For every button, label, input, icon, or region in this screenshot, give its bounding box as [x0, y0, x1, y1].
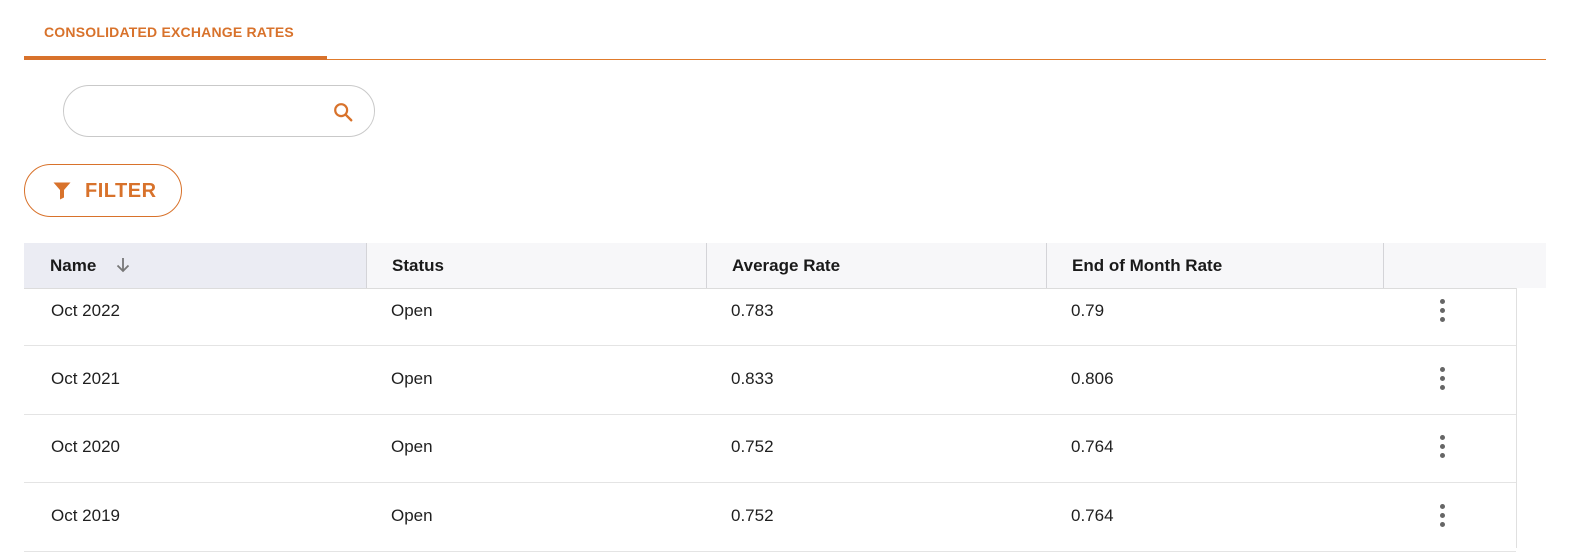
search-icon[interactable]: [332, 101, 354, 123]
cell-end-of-month-rate: 0.79: [1071, 301, 1105, 320]
column-header-name[interactable]: Name: [24, 243, 366, 288]
cell-status: Open: [391, 369, 433, 388]
arrow-down-icon[interactable]: [114, 256, 132, 274]
cell-end-of-month-rate: 0.764: [1071, 506, 1114, 525]
table-row[interactable]: Oct 2019 Open 0.752 0.764: [24, 483, 1516, 552]
column-header-average-rate[interactable]: Average Rate: [706, 243, 1046, 288]
column-header-label: Status: [392, 256, 444, 275]
column-header-status[interactable]: Status: [366, 243, 706, 288]
table-row[interactable]: Oct 2020 Open 0.752 0.764: [24, 414, 1516, 483]
filter-label: FILTER: [85, 180, 157, 202]
table-scrollbar[interactable]: [1516, 288, 1547, 548]
table-row[interactable]: Oct 2022 Open 0.783 0.79: [24, 288, 1516, 346]
search-box: [63, 85, 375, 137]
column-header-actions: [1383, 243, 1546, 288]
cell-name: Oct 2019: [51, 506, 120, 525]
active-tab-indicator: [24, 56, 327, 60]
tab-consolidated-exchange-rates[interactable]: CONSOLIDATED EXCHANGE RATES: [24, 0, 327, 60]
column-header-label: Name: [50, 256, 97, 275]
cell-name: Oct 2021: [51, 369, 120, 388]
table-row[interactable]: Oct 2021 Open 0.833 0.806: [24, 346, 1516, 415]
cell-end-of-month-rate: 0.806: [1071, 369, 1114, 388]
cell-average-rate: 0.752: [731, 506, 774, 525]
cell-name: Oct 2022: [51, 301, 120, 320]
more-vertical-icon[interactable]: [1436, 367, 1448, 393]
cell-average-rate: 0.752: [731, 437, 774, 456]
cell-status: Open: [391, 506, 433, 525]
more-vertical-icon[interactable]: [1436, 435, 1448, 461]
cell-end-of-month-rate: 0.764: [1071, 437, 1114, 456]
cell-average-rate: 0.833: [731, 369, 774, 388]
filter-button[interactable]: FILTER: [24, 164, 182, 217]
cell-average-rate: 0.783: [731, 301, 774, 320]
cell-status: Open: [391, 301, 433, 320]
column-header-label: End of Month Rate: [1072, 256, 1223, 275]
column-header-end-of-month-rate[interactable]: End of Month Rate: [1046, 243, 1383, 288]
column-header-label: Average Rate: [732, 256, 841, 275]
table-header: Name Status Average Rate End of Month Ra…: [24, 243, 1546, 289]
more-vertical-icon[interactable]: [1436, 504, 1448, 530]
more-vertical-icon[interactable]: [1436, 299, 1448, 325]
filter-icon: [53, 182, 71, 200]
cell-status: Open: [391, 437, 433, 456]
cell-name: Oct 2020: [51, 437, 120, 456]
search-input[interactable]: [84, 98, 318, 126]
tab-bar: CONSOLIDATED EXCHANGE RATES: [24, 0, 1546, 60]
tab-label: CONSOLIDATED EXCHANGE RATES: [44, 24, 294, 40]
